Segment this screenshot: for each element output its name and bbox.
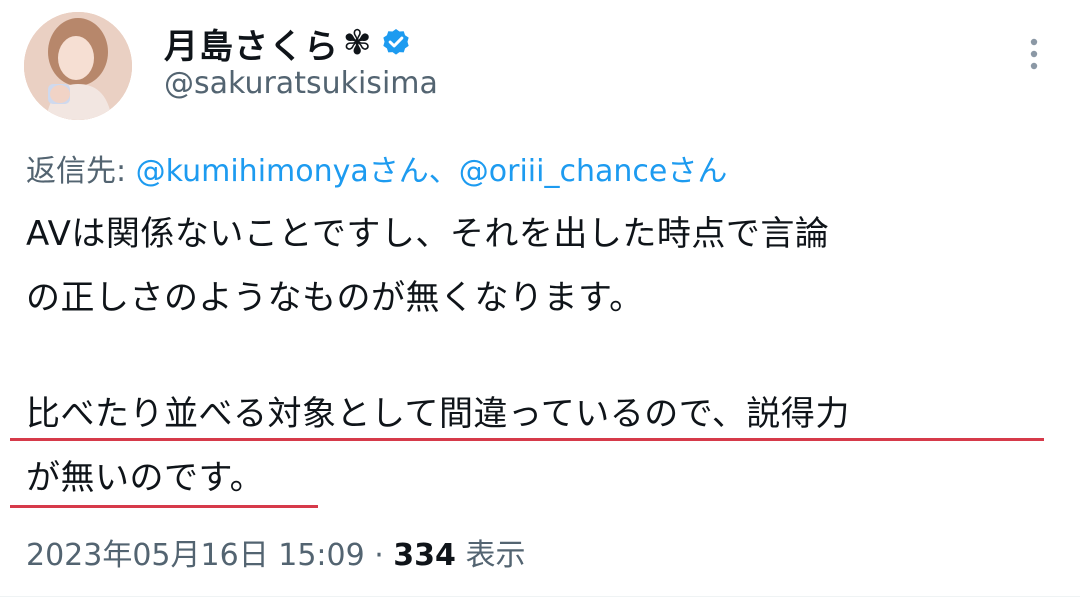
reply-to-line: 返信先: @kumihimonyaさん、@oriii_chanceさん	[26, 146, 727, 190]
timestamp[interactable]: 2023年05月16日 15:09	[26, 538, 365, 573]
tweet-text-line-2: の正しさのようなものが無くなります。	[26, 278, 644, 318]
tweet-text-line-4: が無いのです。	[26, 458, 265, 498]
tweet-text-line-1: AVは関係ないことですし、それを出した時点で言論	[26, 214, 830, 254]
highlight-underline-1	[10, 438, 1044, 441]
highlight-underline-2	[10, 505, 318, 508]
avatar-portrait	[24, 12, 132, 120]
user-handle[interactable]: @sakuratsukisima	[164, 66, 438, 101]
display-name[interactable]: 月島さくら	[164, 19, 339, 68]
display-name-row[interactable]: 月島さくら ✾	[164, 18, 412, 68]
tweet-card: 月島さくら ✾ @sakuratsukisima 返信先: @kumihimon…	[0, 0, 1080, 607]
meta-separator: ·	[364, 538, 394, 573]
more-vertical-icon[interactable]	[1020, 34, 1048, 74]
tweet-meta: 2023年05月16日 15:09 · 334 表示	[26, 530, 525, 574]
views-count: 334	[393, 538, 456, 573]
mention-link-oriii-chance[interactable]: @oriii_chance	[459, 154, 668, 189]
views-label: 表示	[455, 538, 526, 573]
mention-link-kumihimonya[interactable]: @kumihimonya	[136, 154, 369, 189]
tweet-text-line-3: 比べたり並べる対象として間違っているので、説得力	[26, 394, 850, 434]
mention-suffix-1: さん、	[368, 154, 459, 189]
reply-prefix: 返信先:	[26, 154, 136, 189]
verified-badge-icon	[382, 29, 409, 55]
divider	[0, 596, 1080, 597]
flower-symbol: ✾	[343, 23, 372, 63]
mention-suffix-2: さん	[667, 154, 728, 189]
avatar[interactable]	[24, 12, 132, 120]
